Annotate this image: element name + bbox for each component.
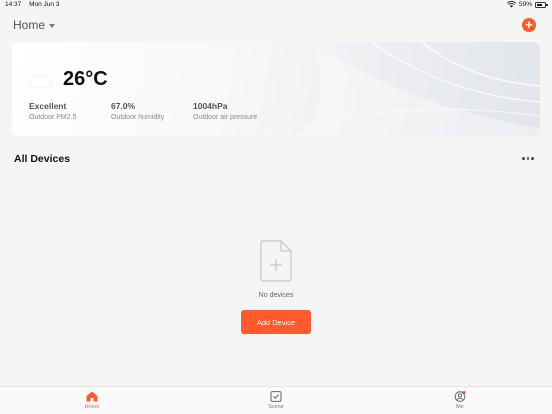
stat-label: Outdoor PM2.5 [29,114,77,121]
battery-level [537,3,543,6]
stat-value: 67.0% [111,101,136,111]
scene-icon [270,391,282,402]
tab-label: Home [84,404,100,410]
add-device-button[interactable]: Add Device [241,310,311,334]
battery-icon [535,1,548,8]
tab-bar: Home Scene Me [0,386,552,414]
tab-label: Scene [268,404,284,410]
status-time: 14:37 [5,1,22,8]
profile-icon [454,391,466,402]
stat-humidity: 67.0% Outdoor humidity [111,101,164,121]
cloud-icon [28,74,52,88]
stat-value: 1004hPa [193,101,228,111]
stat-label: Outdoor humidity [111,114,165,121]
tab-scene[interactable]: Scene [246,391,306,410]
empty-document-icon [260,240,292,282]
all-devices-title: All Devices [14,153,71,165]
home-selector[interactable]: Home [13,18,56,32]
more-dots-icon[interactable] [522,157,534,160]
wifi-icon [506,1,516,8]
tab-home[interactable]: Home [62,391,122,410]
plus-icon: + [525,17,533,32]
stat-value: Excellent [29,101,67,111]
caret-down-icon [49,24,56,28]
status-bar: 14:37 Mon Jun 3 59% [0,0,552,11]
temperature: 26°C [63,68,108,90]
stat-air-pressure: 1004hPa Outdoor air pressure [193,101,257,121]
add-button[interactable]: + [522,18,536,32]
stat-label: Outdoor air pressure [193,114,258,121]
tab-label: Me [456,404,464,410]
no-devices-text: No devices [258,292,294,299]
battery-percent: 59% [518,1,532,8]
stat-pm25: Excellent Outdoor PM2.5 [29,101,76,121]
home-selector-label: Home [13,18,46,32]
home-icon [86,391,98,402]
tab-me[interactable]: Me [430,391,490,410]
status-date: Mon Jun 3 [29,1,60,8]
